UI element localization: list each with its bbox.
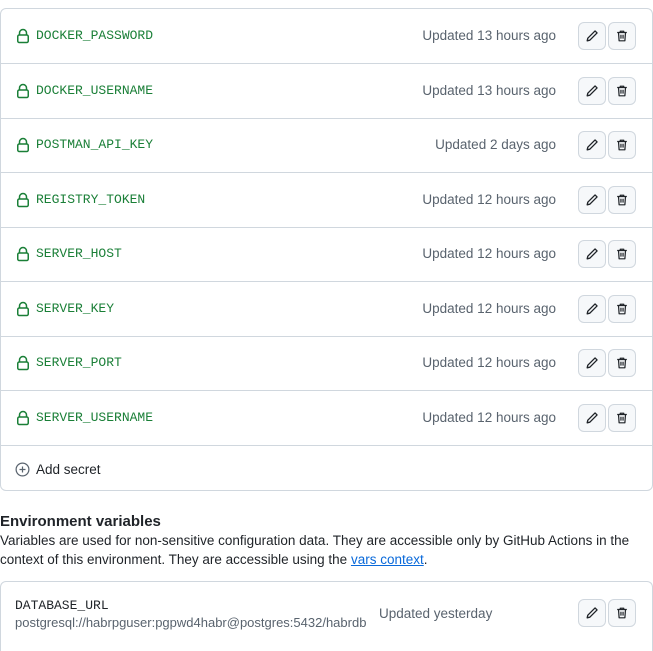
delete-secret-button[interactable] — [608, 349, 636, 377]
lock-icon — [17, 192, 29, 207]
secret-updated: Updated 12 hours ago — [422, 191, 556, 207]
delete-secret-button[interactable] — [608, 185, 636, 214]
secret-updated: Updated 13 hours ago — [422, 28, 556, 43]
lock-icon — [17, 83, 29, 98]
lock-icon — [17, 246, 29, 262]
secret-updated: Updated 12 hours ago — [422, 409, 556, 425]
secrets-list: DOCKER_PASSWORD Updated 13 hours ago DOC… — [0, 8, 653, 491]
add-secret-button[interactable]: Add secret — [1, 446, 652, 492]
secret-row: SERVER_PORT Updated 12 hours ago — [1, 336, 652, 391]
environment-variables-description: Variables are used for non-sensitive con… — [0, 532, 650, 569]
delete-secret-button[interactable] — [608, 22, 636, 50]
vars-context-link[interactable]: vars context — [351, 552, 424, 567]
secret-updated: Updated 2 days ago — [435, 137, 556, 152]
secret-row: REGISTRY_TOKEN Updated 12 hours ago — [1, 173, 652, 228]
lock-icon — [17, 137, 29, 153]
secret-row: SERVER_HOST Updated 12 hours ago — [1, 227, 652, 282]
lock-icon — [17, 28, 29, 44]
lock-icon — [17, 301, 29, 316]
secret-name: SERVER_KEY — [36, 300, 115, 316]
plus-circle-icon — [15, 462, 30, 476]
secret-row: SERVER_USERNAME Updated 12 hours ago — [1, 391, 652, 446]
secret-row: DOCKER_PASSWORD Updated 13 hours ago — [1, 9, 652, 64]
variables-list: DATABASE_URL postgresql://habrpguser:pgp… — [0, 581, 653, 651]
delete-variable-button[interactable] — [608, 599, 636, 627]
lock-icon — [17, 355, 29, 371]
trash-icon — [617, 357, 627, 369]
secret-row: SERVER_KEY Updated 12 hours ago — [1, 282, 652, 337]
pencil-icon — [586, 84, 598, 96]
pencil-icon — [586, 248, 598, 260]
edit-secret-button[interactable] — [578, 76, 606, 105]
edit-secret-button[interactable] — [578, 349, 606, 377]
secret-name: DOCKER_PASSWORD — [36, 28, 154, 43]
add-secret-label: Add secret — [36, 461, 101, 477]
secret-name: SERVER_HOST — [36, 246, 122, 261]
secret-updated: Updated 13 hours ago — [422, 82, 556, 98]
trash-icon — [617, 85, 627, 96]
delete-secret-button[interactable] — [608, 131, 636, 159]
trash-icon — [617, 412, 627, 423]
trash-icon — [617, 303, 627, 314]
lock-icon — [17, 410, 29, 425]
secret-name: SERVER_USERNAME — [36, 409, 154, 425]
pencil-icon — [586, 193, 598, 205]
pencil-icon — [586, 357, 598, 369]
variable-value: postgresql://habrpguser:pgpwd4habr@postg… — [15, 615, 367, 630]
secret-row: POSTMAN_API_KEY Updated 2 days ago — [1, 118, 652, 173]
delete-secret-button[interactable] — [608, 76, 636, 105]
trash-icon — [617, 607, 627, 619]
delete-secret-button[interactable] — [608, 294, 636, 323]
secret-name: SERVER_PORT — [36, 355, 122, 370]
secret-name: DOCKER_USERNAME — [36, 82, 154, 98]
secret-name: REGISTRY_TOKEN — [36, 191, 146, 207]
description-text: Variables are used for non-sensitive con… — [0, 533, 630, 567]
environment-variables-heading: Environment variables — [0, 513, 161, 530]
secret-name: POSTMAN_API_KEY — [36, 137, 154, 152]
trash-icon — [617, 248, 627, 260]
pencil-icon — [586, 30, 598, 42]
delete-secret-button[interactable] — [608, 403, 636, 432]
secret-updated: Updated 12 hours ago — [422, 355, 556, 370]
variable-updated: Updated yesterday — [379, 606, 493, 621]
secret-updated: Updated 12 hours ago — [422, 246, 556, 261]
trash-icon — [617, 139, 627, 151]
pencil-icon — [586, 302, 598, 314]
delete-secret-button[interactable] — [608, 240, 636, 268]
pencil-icon — [586, 139, 598, 151]
edit-secret-button[interactable] — [578, 131, 606, 159]
trash-icon — [617, 194, 627, 205]
pencil-icon — [586, 607, 598, 619]
secret-row: DOCKER_USERNAME Updated 13 hours ago — [1, 64, 652, 119]
edit-variable-button[interactable] — [578, 599, 606, 627]
trash-icon — [617, 30, 627, 42]
edit-secret-button[interactable] — [578, 294, 606, 323]
edit-secret-button[interactable] — [578, 22, 606, 50]
description-end: . — [423, 551, 428, 567]
edit-secret-button[interactable] — [578, 403, 606, 432]
edit-secret-button[interactable] — [578, 240, 606, 268]
pencil-icon — [586, 411, 598, 423]
edit-secret-button[interactable] — [578, 185, 606, 214]
variable-name: DATABASE_URL — [15, 598, 109, 613]
secret-updated: Updated 12 hours ago — [422, 300, 556, 316]
